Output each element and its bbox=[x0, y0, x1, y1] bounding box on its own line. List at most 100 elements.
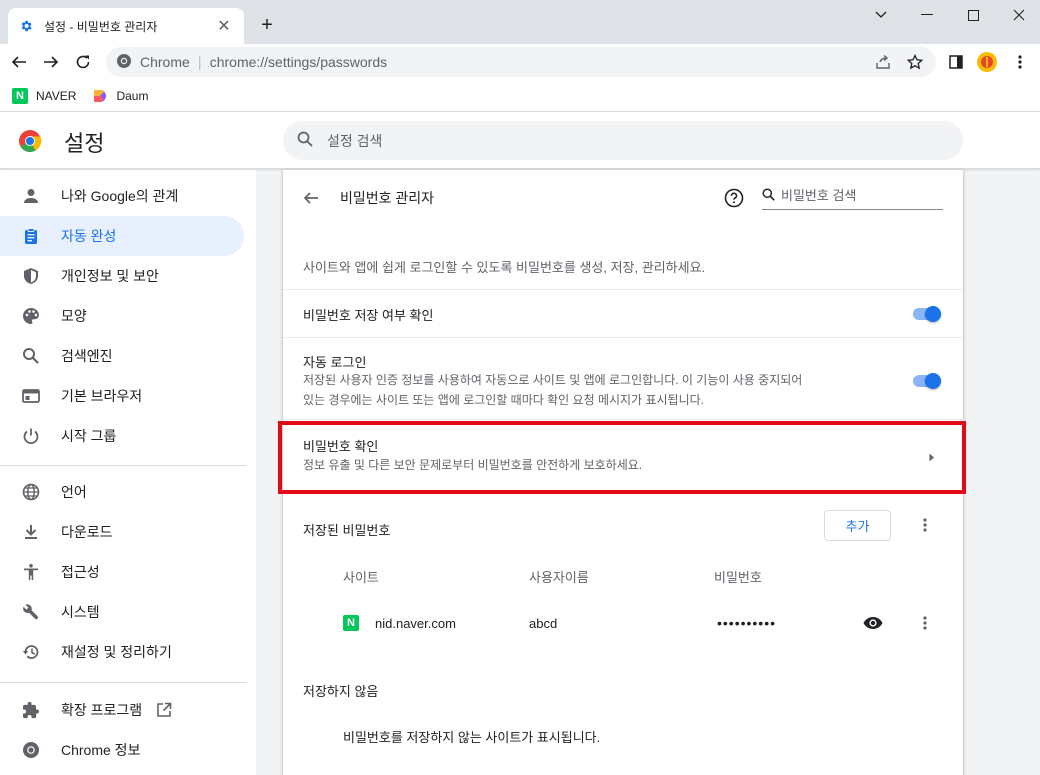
search-icon bbox=[297, 131, 313, 150]
tab-settings[interactable]: 설정 - 비밀번호 관리자 ✕ bbox=[8, 8, 244, 44]
avatar[interactable] bbox=[977, 52, 997, 72]
bookmark-star-icon[interactable] bbox=[906, 53, 924, 71]
browser-icon bbox=[21, 386, 41, 406]
close-icon[interactable] bbox=[996, 0, 1040, 30]
site-label: Chrome bbox=[140, 54, 190, 70]
auto-signin-label: 자동 로그인 bbox=[303, 355, 367, 370]
password-manager-card: 비밀번호 관리자 사이트와 앱에 쉽게 로그인할 수 있도록 비밀번호를 생성,… bbox=[283, 170, 963, 775]
sidebar-item-appearance[interactable]: 모양 bbox=[0, 296, 244, 336]
tab-close-icon[interactable]: ✕ bbox=[214, 16, 234, 36]
chevron-down-icon[interactable] bbox=[858, 0, 904, 30]
sidebar-item-on-startup[interactable]: 시작 그룹 bbox=[0, 416, 244, 456]
sidebar-item-downloads[interactable]: 다운로드 bbox=[0, 512, 244, 552]
bookmark-label: NAVER bbox=[36, 88, 77, 103]
sidebar-item-label: Chrome 정보 bbox=[61, 742, 141, 758]
sidebar-item-default-browser[interactable]: 기본 브라우저 bbox=[0, 376, 244, 416]
sidebar-item-label: 언어 bbox=[61, 484, 87, 500]
description-text: 사이트와 앱에 쉽게 로그인할 수 있도록 비밀번호를 생성, 저장, 관리하세… bbox=[303, 260, 706, 275]
search-icon bbox=[21, 346, 41, 366]
kebab-menu-icon[interactable] bbox=[1010, 52, 1030, 72]
section-title: 비밀번호 관리자 bbox=[340, 190, 435, 206]
address-bar[interactable]: Chrome | chrome://settings/passwords bbox=[106, 47, 936, 77]
add-password-button[interactable]: 추가 bbox=[824, 510, 891, 541]
sidebar-item-autofill[interactable]: 자동 완성 bbox=[0, 216, 244, 256]
back-arrow-icon[interactable] bbox=[299, 186, 323, 210]
forward-arrow-icon[interactable] bbox=[37, 48, 65, 76]
share-icon[interactable] bbox=[874, 53, 892, 71]
restore-icon bbox=[21, 642, 41, 662]
sidebar: 나와 Google의 관계 자동 완성 개인정보 및 보안 모양 검색엔진 기본… bbox=[0, 170, 256, 775]
url-text: chrome://settings/passwords bbox=[209, 54, 388, 70]
sidebar-item-you-and-google[interactable]: 나와 Google의 관계 bbox=[0, 176, 244, 216]
sidebar-item-extensions[interactable]: 확장 프로그램 bbox=[0, 690, 244, 730]
sidebar-item-label: 검색엔진 bbox=[61, 348, 113, 364]
column-header-username: 사용자이름 bbox=[529, 570, 589, 585]
page-title: 설정 bbox=[64, 131, 105, 156]
sidebar-item-system[interactable]: 시스템 bbox=[0, 592, 244, 632]
sidebar-item-search-engine[interactable]: 검색엔진 bbox=[0, 336, 244, 376]
password-search[interactable] bbox=[762, 182, 943, 210]
side-panel-icon[interactable] bbox=[946, 52, 966, 72]
saved-passwords-more-icon[interactable] bbox=[915, 515, 935, 535]
sidebar-item-label: 재설정 및 정리하기 bbox=[61, 644, 172, 660]
chrome-logo-icon bbox=[18, 129, 42, 153]
maximize-icon[interactable] bbox=[950, 0, 996, 30]
external-link-icon bbox=[156, 702, 172, 718]
never-saved-title: 저장하지 않음 bbox=[303, 684, 379, 699]
check-passwords-label: 비밀번호 확인 bbox=[303, 439, 379, 454]
sidebar-item-accessibility[interactable]: 접근성 bbox=[0, 552, 244, 592]
auto-signin-sub-line1: 저장된 사용자 인증 정보를 사용하여 자동으로 사이트 및 앱에 로그인합니다… bbox=[303, 373, 803, 387]
back-arrow-icon[interactable] bbox=[5, 48, 33, 76]
sidebar-item-label: 시작 그룹 bbox=[61, 428, 117, 444]
sidebar-item-label: 확장 프로그램 bbox=[61, 702, 143, 718]
url-separator: | bbox=[197, 53, 202, 71]
help-icon[interactable] bbox=[723, 187, 745, 209]
search-icon bbox=[762, 187, 775, 204]
download-icon bbox=[21, 522, 41, 542]
sidebar-item-reset[interactable]: 재설정 및 정리하기 bbox=[0, 632, 244, 672]
settings-header: 설정 bbox=[0, 112, 1040, 169]
reload-icon[interactable] bbox=[69, 48, 97, 76]
power-icon bbox=[21, 426, 41, 446]
sidebar-item-label: 개인정보 및 보안 bbox=[61, 268, 159, 284]
sidebar-item-about-chrome[interactable]: Chrome 정보 bbox=[0, 730, 244, 770]
auto-signin-toggle[interactable] bbox=[911, 371, 943, 391]
sidebar-item-privacy[interactable]: 개인정보 및 보안 bbox=[0, 256, 244, 296]
table-row[interactable]: N nid.naver.com abcd •••••••••• bbox=[283, 600, 963, 646]
sidebar-item-label: 나와 Google의 관계 bbox=[61, 188, 179, 204]
password-search-input[interactable] bbox=[781, 188, 931, 203]
row-site: nid.naver.com bbox=[375, 616, 456, 631]
daum-icon bbox=[92, 88, 108, 104]
sidebar-item-label: 다운로드 bbox=[61, 524, 113, 540]
sidebar-item-label: 모양 bbox=[61, 308, 87, 324]
sidebar-item-label: 자동 완성 bbox=[61, 228, 117, 244]
offer-to-save-toggle[interactable] bbox=[911, 304, 943, 324]
toggle-knob bbox=[925, 306, 941, 322]
minimize-icon[interactable] bbox=[904, 0, 950, 30]
offer-to-save-label: 비밀번호 저장 여부 확인 bbox=[303, 308, 434, 323]
sidebar-item-label: 접근성 bbox=[61, 564, 100, 580]
chrome-icon bbox=[21, 740, 41, 760]
tab-title: 설정 - 비밀번호 관리자 bbox=[44, 19, 158, 34]
sidebar-item-languages[interactable]: 언어 bbox=[0, 472, 244, 512]
tab-strip: 설정 - 비밀번호 관리자 ✕ + bbox=[0, 0, 1040, 44]
bookmark-daum[interactable]: Daum bbox=[92, 88, 148, 104]
check-passwords-row[interactable]: 비밀번호 확인 정보 유출 및 다른 보안 문제로부터 비밀번호를 안전하게 보… bbox=[283, 424, 963, 492]
eye-icon[interactable] bbox=[862, 612, 884, 634]
puzzle-icon bbox=[21, 700, 41, 720]
settings-search-input[interactable] bbox=[327, 132, 887, 149]
bookmark-naver[interactable]: N NAVER bbox=[12, 87, 77, 104]
divider bbox=[283, 289, 963, 290]
divider bbox=[283, 419, 963, 420]
naver-icon: N bbox=[12, 87, 28, 104]
sidebar-item-label: 기본 브라우저 bbox=[61, 388, 143, 404]
gear-icon bbox=[18, 18, 34, 34]
auto-signin-sub: 저장된 사용자 인증 정보를 사용하여 자동으로 사이트 및 앱에 로그인합니다… bbox=[303, 370, 893, 410]
toggle-knob bbox=[925, 373, 941, 389]
row-more-icon[interactable] bbox=[915, 613, 935, 633]
new-tab-button[interactable]: + bbox=[256, 14, 278, 36]
settings-search[interactable] bbox=[283, 121, 963, 160]
chevron-right-icon bbox=[926, 451, 938, 463]
auto-signin-sub-line2: 있는 경우에는 사이트 또는 앱에 로그인할 때마다 확인 요청 메시지가 표시… bbox=[303, 393, 704, 407]
chrome-icon bbox=[116, 53, 132, 72]
